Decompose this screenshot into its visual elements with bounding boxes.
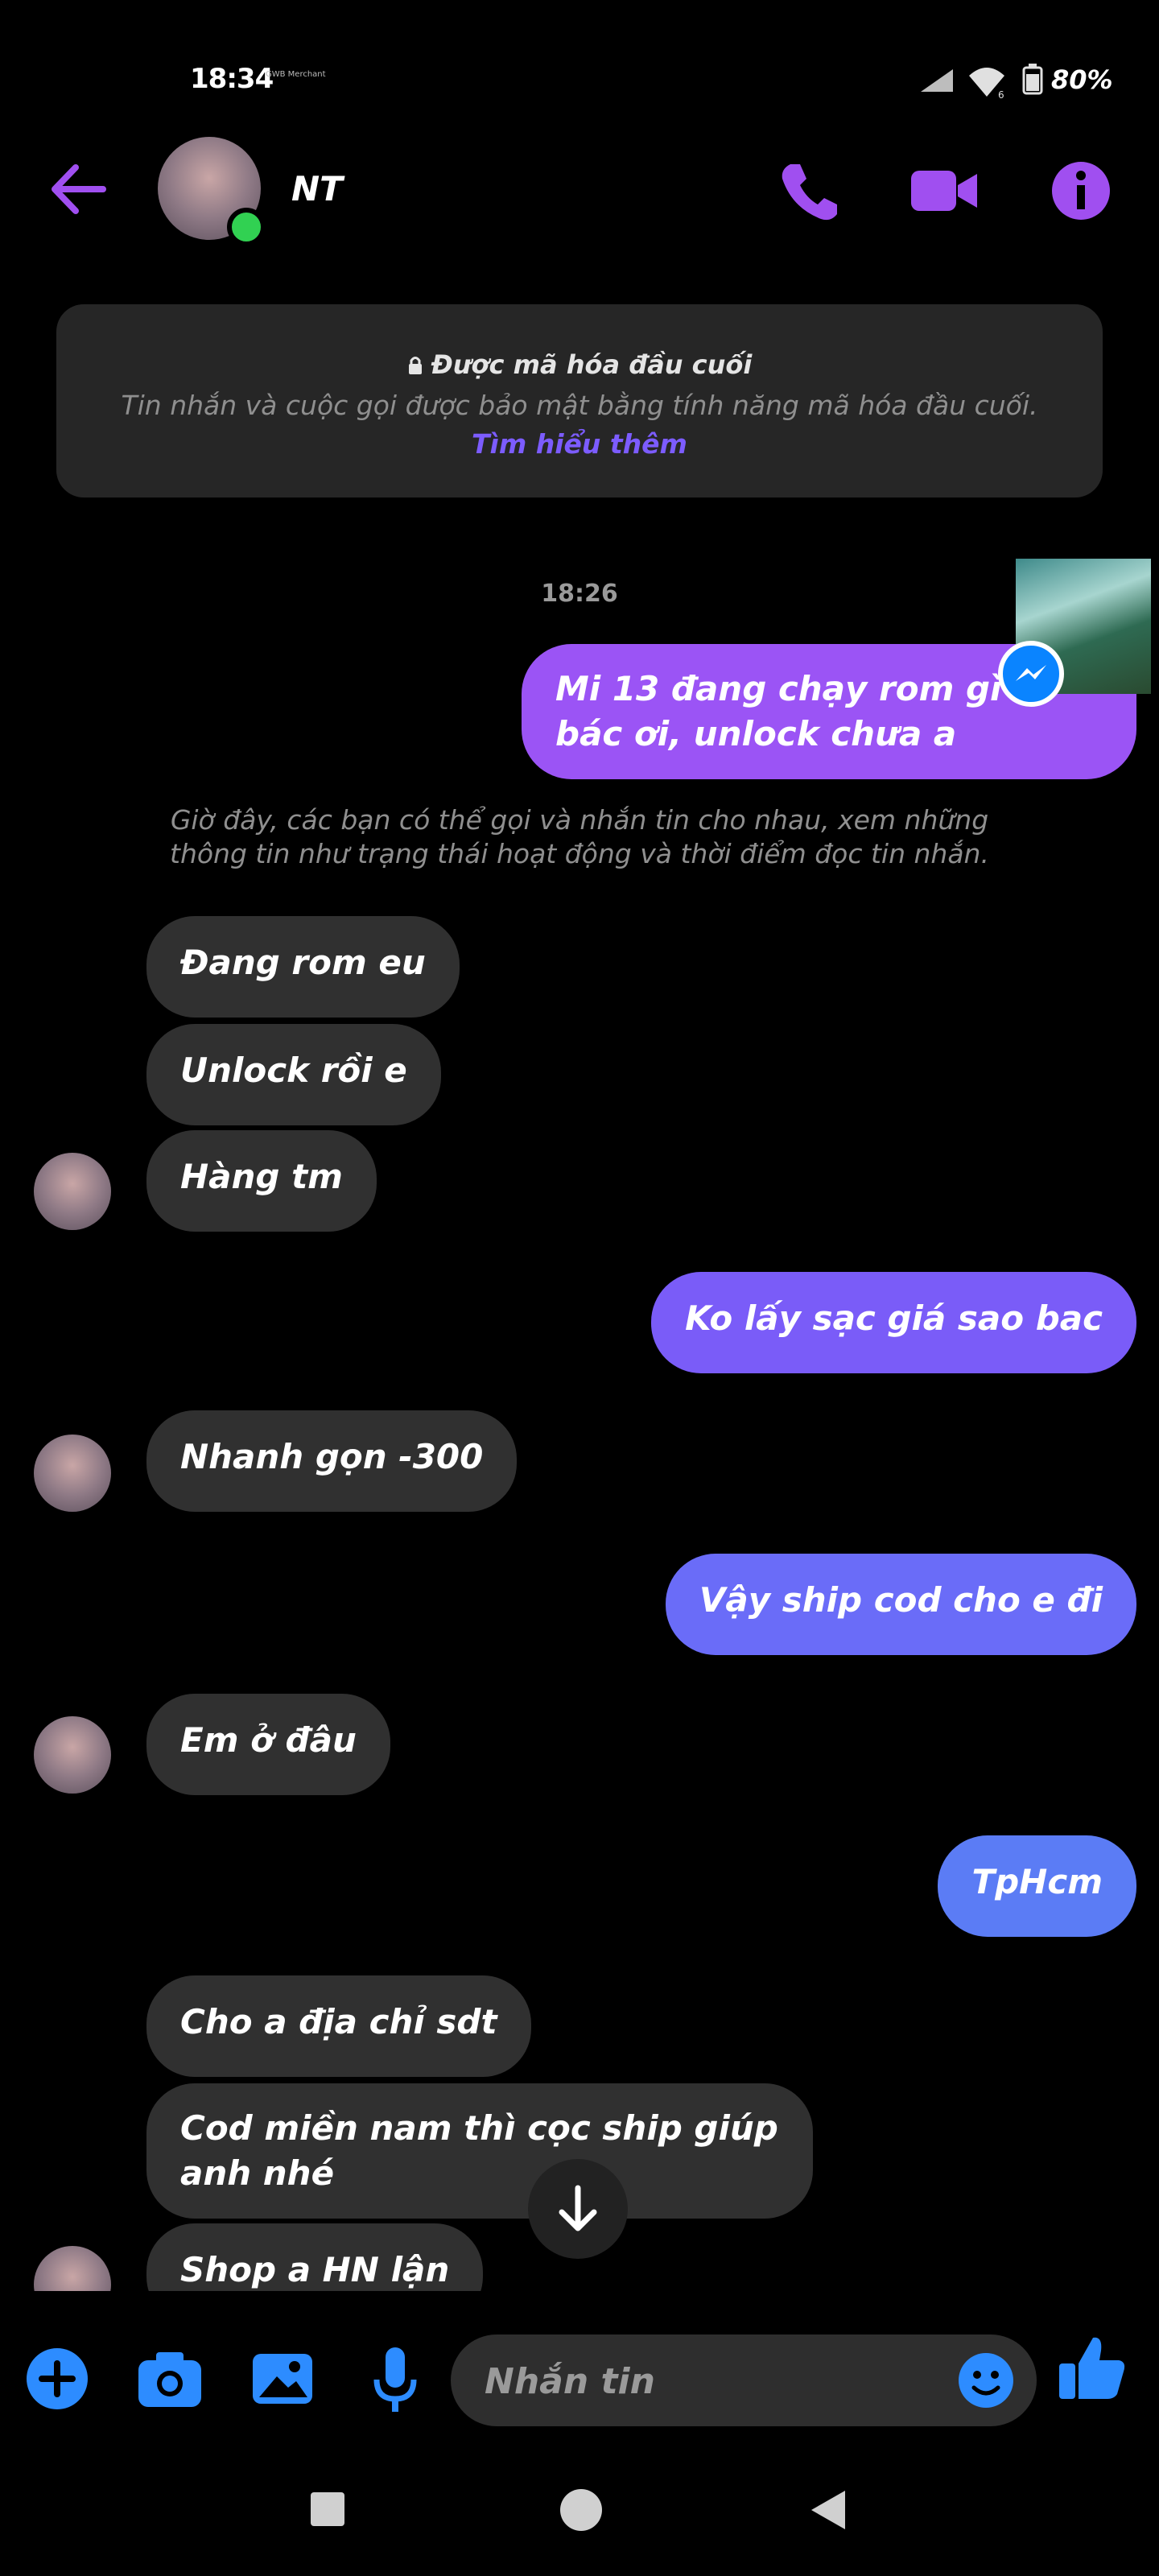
message-bubble-sent[interactable]: Vậy ship cod cho e đi [665, 1554, 1136, 1655]
status-time: 18:34 [190, 63, 274, 95]
online-status-dot [227, 208, 266, 246]
encryption-notice: Được mã hóa đầu cuối Tin nhắn và cuộc gọ… [56, 304, 1103, 497]
battery-icon [1022, 64, 1043, 95]
message-bubble-received[interactable]: Unlock rồi e [146, 1024, 441, 1125]
message-bubble-received[interactable]: Em ở đâu [146, 1694, 390, 1795]
message-bubble-received[interactable]: Hàng tm [146, 1130, 377, 1232]
scroll-to-bottom-button[interactable] [528, 2159, 628, 2259]
message-composer[interactable] [451, 2334, 1037, 2428]
recent-apps-button[interactable] [311, 2492, 344, 2526]
microphone-icon[interactable] [351, 2334, 439, 2423]
message-bubble-sent[interactable]: Ko lấy sạc giá sao bac [651, 1272, 1136, 1373]
message-bubble-received[interactable]: Đang rom eu [146, 916, 460, 1018]
video-camera-icon[interactable] [908, 155, 980, 227]
battery-percent: 80% [1051, 64, 1113, 95]
info-icon[interactable] [1045, 155, 1117, 227]
phone-icon[interactable] [773, 155, 845, 227]
notice-title: Được mã hóa đầu cuối [431, 349, 753, 380]
lock-icon [407, 351, 423, 374]
contact-avatar-small[interactable] [34, 1716, 111, 1794]
message-bubble-received[interactable]: Cod miền nam thì cọc ship giúp anh nhé [146, 2083, 813, 2219]
messenger-icon [998, 641, 1064, 707]
learn-more-link[interactable]: Tìm hiểu thêm [472, 428, 687, 460]
back-arrow-icon[interactable] [47, 159, 111, 219]
plus-icon[interactable] [13, 2334, 101, 2423]
message-bubble-received[interactable]: Shop a HN lận [146, 2223, 484, 2291]
message-bubble-sent[interactable]: TpHcm [938, 1835, 1136, 1937]
message-input[interactable] [483, 2334, 937, 2428]
camera-icon[interactable] [126, 2334, 214, 2423]
contact-avatar-small[interactable] [34, 1435, 111, 1512]
thumbs-up-icon[interactable] [1046, 2323, 1135, 2412]
contact-avatar-small[interactable] [34, 2246, 111, 2291]
signal-icon [921, 69, 953, 92]
contact-avatar-small[interactable] [34, 1153, 111, 1230]
message-bubble-received[interactable]: Cho a địa chỉ sdt [146, 1975, 531, 2077]
nav-back-icon[interactable] [808, 2487, 848, 2533]
notice-body: Tin nhắn và cuộc gọi được bảo mật bằng t… [121, 390, 1038, 421]
image-gallery-icon[interactable] [238, 2334, 327, 2423]
svg-text:6: 6 [998, 89, 1004, 98]
system-note: Giờ đây, các bạn có thể gọi và nhắn tin … [170, 804, 989, 869]
wifi-icon: 6 [969, 68, 1004, 98]
emoji-icon[interactable] [953, 2347, 1019, 2413]
contact-name[interactable]: NT [291, 169, 343, 208]
status-carrier-text: GWB Merchant [266, 70, 326, 79]
arrow-down-icon [559, 2185, 597, 2231]
home-button[interactable] [560, 2489, 602, 2531]
message-timestamp: 18:26 [541, 580, 618, 608]
message-bubble-received[interactable]: Nhanh gọn -300 [146, 1410, 518, 1512]
